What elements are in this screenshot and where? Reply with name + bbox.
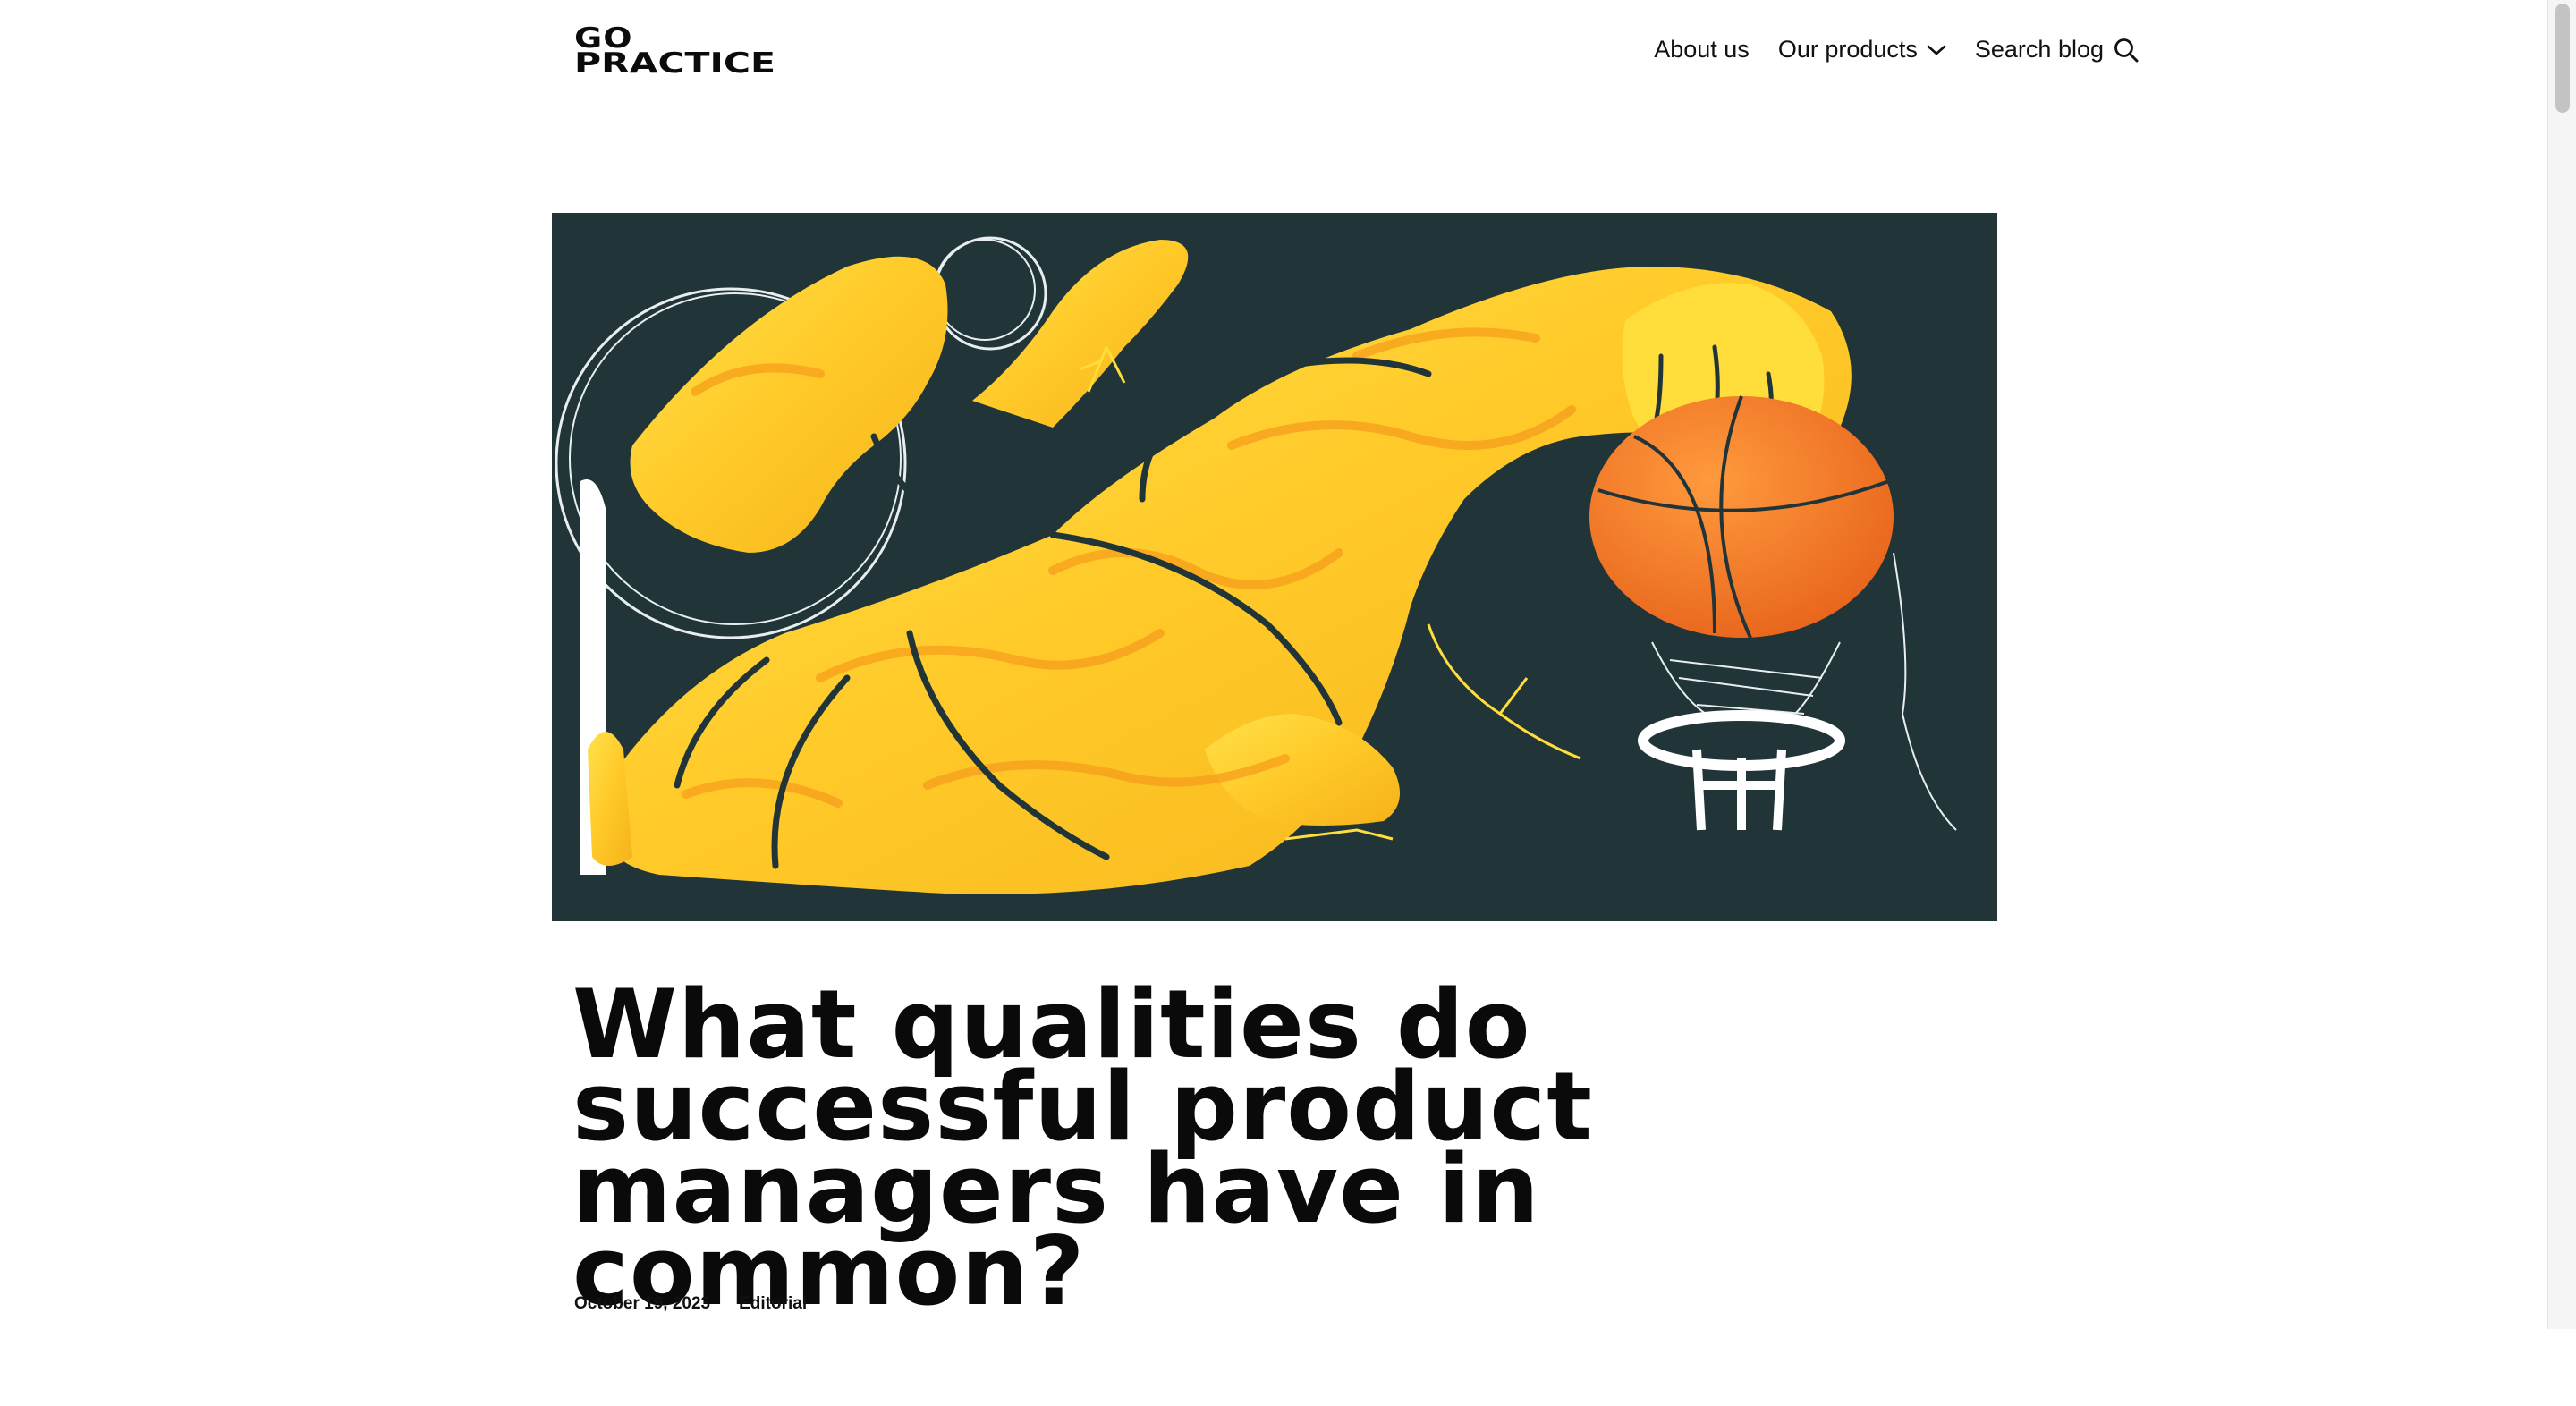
article-date: October 19, 2023 <box>574 1294 711 1313</box>
nav-our-products[interactable]: Our products <box>1778 36 1946 64</box>
chevron-down-icon <box>1927 44 1946 56</box>
article-title: What qualities do successful product man… <box>572 970 1593 1326</box>
nav-about-us[interactable]: About us <box>1654 36 1750 64</box>
scrollbar-thumb[interactable] <box>2555 4 2570 113</box>
nav-our-products-label: Our products <box>1777 36 1918 63</box>
logo-line-2: PRACTICE <box>574 47 775 80</box>
main-nav: About us Our products Search blog <box>1654 36 2140 64</box>
logo-line-1: GO <box>574 21 633 55</box>
hero-image <box>552 213 1997 921</box>
nav-search-blog[interactable]: Search blog <box>1975 36 2140 64</box>
nav-about-us-label: About us <box>1654 36 1750 63</box>
article-category[interactable]: Editorial <box>739 1294 807 1314</box>
article-meta: October 19, 2023 Editorial <box>574 1294 807 1314</box>
nav-search-blog-label: Search blog <box>1974 36 2104 63</box>
basketball-illustration <box>552 213 1997 921</box>
page-scrollbar[interactable] <box>2547 0 2576 1329</box>
site-logo[interactable]: GO PRACTICE <box>574 21 825 86</box>
search-icon <box>2113 37 2140 64</box>
